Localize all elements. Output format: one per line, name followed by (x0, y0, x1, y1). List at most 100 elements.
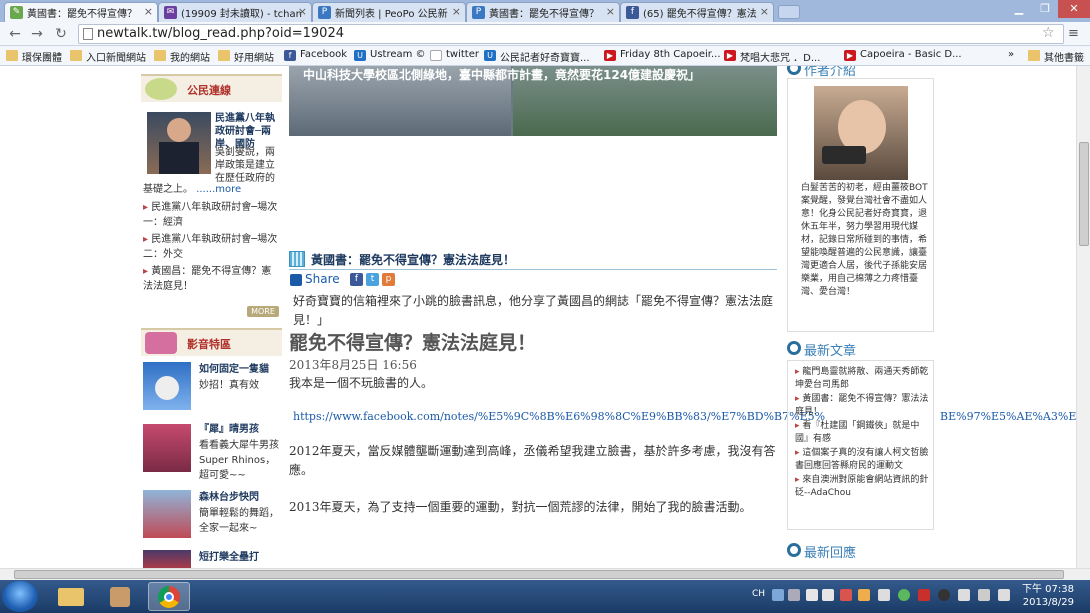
share-button[interactable]: Share (290, 272, 340, 286)
bullet-icon: ▸ (143, 202, 152, 213)
close-icon[interactable]: × (298, 5, 307, 18)
tab-peopo-article[interactable]: P 黃國書：罷免不得宣傳？ × (466, 2, 620, 22)
scroll-thumb[interactable] (14, 570, 1064, 579)
bookmark-item[interactable]: 入口新聞網站 (70, 49, 146, 64)
tab-peopo-news[interactable]: P 新聞列表 | PeoPo 公民新 × (312, 2, 466, 22)
video-thumbnail[interactable] (143, 424, 191, 472)
start-button[interactable] (2, 581, 38, 612)
bookmark-star-icon[interactable]: ☆ (1042, 25, 1055, 41)
video-title-link[interactable]: 短打樂全壘打 (199, 550, 259, 565)
close-icon[interactable]: × (452, 5, 461, 18)
bookmark-item[interactable]: twitter (430, 49, 479, 61)
list-item[interactable]: ▸ 黃國昌：罷免不得宣傳？憲法法庭見！ (143, 264, 281, 294)
list-item[interactable]: ▸ 民進黨八年執政研討會─場次一：經濟 (143, 200, 281, 230)
chrome-icon (158, 586, 180, 608)
list-item[interactable]: ▸ 民進黨八年執政研討會─場次二：外交 (143, 232, 281, 262)
bookmark-item[interactable]: f Facebook (284, 49, 347, 61)
reload-icon[interactable]: ↻ (52, 25, 70, 43)
youtube-icon: ▶ (844, 50, 856, 61)
grid-icon (289, 251, 305, 267)
volume-icon[interactable] (998, 589, 1010, 601)
feature-summary-end: 基礎之上。 ......more (143, 184, 242, 195)
network-icon[interactable] (958, 589, 970, 601)
web-page: 公民連線 民進黨八年執政研討會─兩岸、國防 吳釗燮說，兩岸政策是建立在歷任政府的… (0, 66, 1076, 568)
bookmark-item[interactable]: ▶ Capoeira - Basic D... (844, 49, 962, 61)
address-bar-input[interactable]: newtalk.tw/blog_read.php?oid=19024 (78, 24, 1064, 44)
minimize-icon[interactable]: ▁ (1006, 0, 1032, 18)
folder-icon (1028, 50, 1040, 61)
new-tab-button[interactable] (778, 5, 800, 19)
video-thumbnail[interactable] (143, 550, 191, 568)
back-icon[interactable]: ← (6, 25, 24, 43)
close-icon[interactable]: × (606, 5, 615, 18)
language-indicator[interactable]: CH (752, 589, 765, 599)
app-icon (110, 587, 130, 607)
power-icon[interactable] (978, 589, 990, 601)
close-window-icon[interactable]: ✕ (1058, 0, 1090, 18)
video-title-link[interactable]: 森林台步快閃 (199, 490, 259, 505)
tray-icon[interactable] (822, 589, 834, 601)
close-icon[interactable]: × (144, 5, 153, 18)
video-title-link[interactable]: 如何固定一隻貓 (199, 362, 269, 377)
tray-icon[interactable] (806, 589, 818, 601)
scroll-thumb[interactable] (1079, 142, 1089, 246)
horizontal-scrollbar[interactable] (0, 568, 1090, 580)
list-item[interactable]: ▸ 龍門島靈就將散、兩通天秀師乾坤愛台司馬郎 (795, 366, 929, 392)
video-thumbnail[interactable] (143, 362, 191, 410)
taskbar-app[interactable] (100, 582, 142, 611)
list-item[interactable]: ▸ 來自澳洲對原能會網站資訊的針砭--AdaChou (795, 474, 929, 500)
tab-yahoo-mail[interactable]: ✉ (19909 封未讀取) - tchan × (158, 2, 312, 22)
menu-icon[interactable]: ≡ (1068, 26, 1079, 41)
video-title-link[interactable]: 『犀』晴男孩 (199, 422, 259, 437)
facebook-icon[interactable]: f (350, 273, 363, 286)
tray-icon[interactable] (858, 589, 870, 601)
bookmark-item[interactable]: ▶ Friday 8th Capoeir... (604, 49, 721, 61)
more-link[interactable]: ......more (196, 184, 241, 195)
bookmark-item[interactable]: ▶ 梵唱大悲咒 ．D... (724, 49, 820, 64)
antivirus-icon[interactable] (840, 589, 852, 601)
mail-favicon-icon: ✉ (164, 6, 177, 19)
page-icon (430, 50, 442, 61)
bookmark-item[interactable]: 環保團體 (6, 49, 62, 64)
list-item[interactable]: ▸ 這個案子真的沒有讓人柯文哲臉書回應回答縣府民的運動文 (795, 447, 929, 473)
tab-facebook[interactable]: f (65) 罷免不得宣傳？憲法 × (620, 2, 774, 22)
more-button[interactable]: MORE (247, 306, 279, 317)
other-bookmarks-folder[interactable]: 其他書籤 (1028, 49, 1084, 64)
bookmarks-overflow-button[interactable]: » (1008, 49, 1014, 60)
forward-icon[interactable]: → (28, 25, 46, 43)
system-clock[interactable]: 下午 07:38 2013/8/29 (1018, 583, 1074, 609)
ime-icon[interactable] (772, 589, 784, 601)
facebook-note-link-tail[interactable]: BE%97%E5%AE%A3%E5 (940, 410, 1076, 423)
list-item[interactable]: ▸ 看『杜建國「鋼鐵俠」就是中國』有感 (795, 420, 929, 446)
action-center-flag-icon[interactable] (878, 589, 890, 601)
latest-articles-list: ▸ 龍門島靈就將散、兩通天秀師乾坤愛台司馬郎 ▸ 黃國書：罷免不得宣傳？憲法法庭… (795, 366, 929, 501)
tray-icon[interactable] (938, 589, 950, 601)
chrome-app[interactable] (148, 582, 190, 611)
facebook-favicon-icon: f (626, 6, 639, 19)
chrome-icon-center (164, 592, 174, 602)
bookmark-item[interactable]: U 公民記者好奇寶寶... (484, 49, 590, 64)
explorer-app[interactable] (50, 582, 92, 611)
speaker-suit (159, 142, 199, 174)
article-headline: 黃國書：罷免不得宣傳？憲法法庭見！ (289, 248, 777, 270)
facebook-note-link[interactable]: https://www.facebook.com/notes/%E5%9C%8B… (293, 410, 825, 423)
feature-summary-start: 吳釗燮說，兩岸政策是建立在歷任政府的 (215, 147, 275, 184)
keyboard-icon[interactable] (788, 589, 800, 601)
bookmark-item[interactable]: 好用網站 (218, 49, 274, 64)
twitter-icon[interactable]: t (366, 273, 379, 286)
feature-photo[interactable] (147, 112, 211, 174)
plurk-icon[interactable]: p (382, 273, 395, 286)
tab-newtalk[interactable]: ✎ 黃國書：罷免不得宣傳？ × (4, 2, 158, 22)
banner-image[interactable]: 中山科技大學校區北側綠地，臺中縣都市計畫，竟然要花124億建設慶祝」 (289, 66, 777, 136)
bookmark-item[interactable]: U Ustream © (354, 49, 426, 61)
video-thumbnail[interactable] (143, 490, 191, 538)
bookmark-item[interactable]: 我的網站 (154, 49, 210, 64)
list-item[interactable]: ▸ 黃國書：罷免不得宣傳？憲法法庭見！ (795, 393, 929, 419)
tray-icon[interactable] (918, 589, 930, 601)
chrome-tray-icon[interactable] (898, 589, 910, 601)
tv-icon (145, 332, 177, 354)
close-icon[interactable]: × (760, 5, 769, 18)
folder-icon (70, 50, 82, 61)
maximize-icon[interactable]: ❐ (1032, 0, 1058, 18)
vertical-scrollbar[interactable] (1076, 66, 1090, 568)
